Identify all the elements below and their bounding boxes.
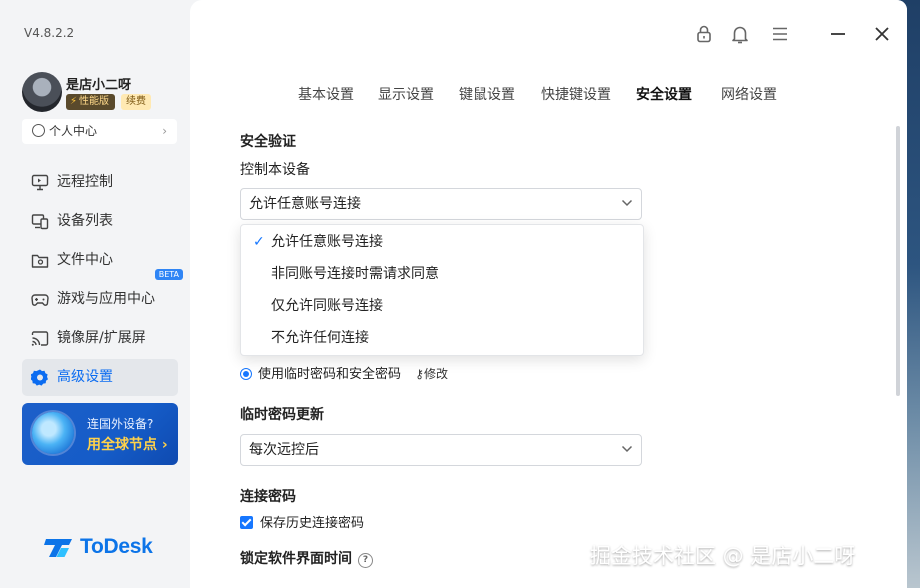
renew-badge[interactable]: 续费: [121, 94, 151, 110]
promo-line2: 用全球节点 ›: [87, 437, 168, 453]
sidebar-item-label: 镜像屏/扩展屏: [57, 330, 146, 346]
tab-keyboard-mouse[interactable]: 键鼠设置: [459, 84, 515, 104]
user-icon: [32, 124, 45, 137]
lock-interface-time-title: 锁定软件界面时间?: [240, 548, 373, 568]
checkmark-icon: ✓: [253, 234, 265, 250]
minimize-icon[interactable]: [826, 22, 850, 46]
option-label: 仅允许同账号连接: [271, 298, 383, 314]
sidebar-item-remote-control[interactable]: 远程控制: [22, 164, 178, 201]
folder-icon: [31, 254, 49, 268]
sidebar: V4.8.2.2 是店小二呀 ⚡ 性能版 续费 个人中心 › 远程控制 设备列表 …: [0, 0, 190, 588]
gear-icon: [31, 369, 48, 386]
monitor-icon: [31, 174, 49, 191]
control-device-label: 控制本设备: [240, 162, 310, 178]
avatar[interactable]: [22, 72, 62, 112]
user-name: 是店小二呀: [66, 78, 132, 93]
radio-selected[interactable]: [240, 368, 252, 380]
connection-password-title: 连接密码: [240, 489, 296, 505]
watermark: 掘金技术社区 @ 是店小二呀: [590, 544, 856, 568]
profile-center-button[interactable]: 个人中心 ›: [22, 119, 177, 144]
section-title: 安全验证: [240, 134, 296, 150]
temp-password-update-value: 每次远控后: [249, 442, 319, 458]
sidebar-item-label: 游戏与应用中心: [57, 291, 155, 307]
chevron-down-icon: [621, 199, 633, 207]
tab-basic[interactable]: 基本设置: [298, 84, 354, 104]
key-icon: ⚷: [415, 367, 424, 381]
app-version: V4.8.2.2: [24, 26, 75, 40]
modify-label: 修改: [423, 367, 448, 381]
help-icon[interactable]: ?: [358, 553, 373, 568]
temp-password-update-title: 临时密码更新: [240, 407, 324, 423]
dropdown-option[interactable]: 不允许任何连接: [241, 322, 643, 354]
sidebar-item-label: 远程控制: [57, 174, 113, 190]
menu-icon[interactable]: [768, 22, 792, 46]
sidebar-item-mirror-screen[interactable]: 镜像屏/扩展屏: [22, 320, 178, 357]
control-device-select[interactable]: 允许任意账号连接: [240, 188, 642, 220]
tab-network[interactable]: 网络设置: [721, 84, 777, 104]
lock-icon[interactable]: [692, 22, 716, 46]
sidebar-item-game-app-center[interactable]: 游戏与应用中心 BETA: [22, 269, 183, 318]
modify-password-link[interactable]: ⚷修改: [415, 367, 448, 381]
tab-display[interactable]: 显示设置: [378, 84, 434, 104]
promo-line1: 连国外设备?: [87, 417, 154, 431]
tier-badge: ⚡ 性能版: [66, 94, 116, 110]
todesk-logo-icon: [44, 539, 72, 557]
main-panel: 基本设置 显示设置 键鼠设置 快捷键设置 安全设置 网络设置 安全验证 控制本设…: [190, 0, 907, 588]
chevron-right-icon: ›: [162, 124, 167, 138]
app-window: V4.8.2.2 是店小二呀 ⚡ 性能版 续费 个人中心 › 远程控制 设备列表 …: [0, 0, 907, 588]
close-icon[interactable]: [870, 22, 894, 46]
checkbox-checked[interactable]: [240, 516, 253, 529]
tier-badge-label: 性能版: [79, 96, 110, 107]
globe-icon: [32, 412, 74, 454]
devices-icon: [31, 214, 49, 230]
bolt-icon: ⚡: [70, 96, 78, 107]
radio-label: 使用临时密码和安全密码: [258, 367, 402, 382]
scrollbar[interactable]: [896, 126, 900, 396]
gamepad-icon: [31, 294, 49, 306]
brand-name: ToDesk: [80, 535, 153, 558]
control-device-dropdown: ✓ 允许任意账号连接 非同账号连接时需请求同意 仅允许同账号连接 不允许任何连接: [240, 224, 644, 356]
profile-center-label: 个人中心: [49, 124, 98, 138]
sidebar-item-advanced-settings[interactable]: 高级设置: [22, 359, 178, 396]
temp-and-security-password-option[interactable]: 使用临时密码和安全密码 ⚷修改: [240, 363, 448, 382]
sidebar-item-label: 高级设置: [57, 369, 113, 385]
checkbox-label: 保存历史连接密码: [260, 516, 365, 531]
chevron-down-icon: [621, 445, 633, 453]
option-label: 非同账号连接时需请求同意: [271, 266, 439, 282]
tab-security[interactable]: 安全设置: [636, 84, 692, 104]
temp-password-update-select[interactable]: 每次远控后: [240, 434, 642, 466]
option-label: 允许任意账号连接: [271, 234, 383, 250]
tab-shortcuts[interactable]: 快捷键设置: [541, 84, 611, 104]
lock-interface-time-label: 锁定软件界面时间: [240, 551, 352, 567]
beta-badge: BETA: [154, 269, 183, 280]
dropdown-option[interactable]: 非同账号连接时需请求同意: [241, 258, 643, 290]
sidebar-item-label: 设备列表: [57, 213, 113, 229]
sidebar-nav: 远程控制 设备列表 文件中心 游戏与应用中心 BETA 镜像屏/扩展屏 高级设置: [22, 164, 183, 398]
sidebar-item-device-list[interactable]: 设备列表: [22, 203, 178, 240]
sidebar-item-label: 文件中心: [57, 252, 113, 268]
cast-icon: [31, 331, 49, 346]
bell-icon[interactable]: [728, 22, 752, 46]
control-device-value: 允许任意账号连接: [249, 196, 361, 212]
dropdown-option[interactable]: 仅允许同账号连接: [241, 290, 643, 322]
option-label: 不允许任何连接: [271, 330, 369, 346]
global-node-promo[interactable]: 连国外设备? 用全球节点 ›: [22, 403, 178, 465]
dropdown-option[interactable]: ✓ 允许任意账号连接: [241, 226, 643, 258]
save-history-password-option[interactable]: 保存历史连接密码: [240, 512, 364, 531]
